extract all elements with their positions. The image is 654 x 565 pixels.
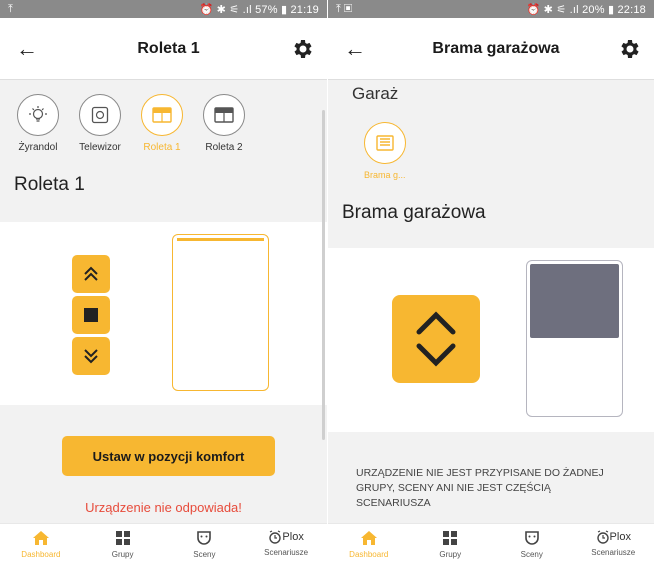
device-label: Roleta 1 [143, 142, 181, 153]
nav-sceny[interactable]: Sceny [169, 530, 239, 559]
device-list: Brama g... [328, 114, 654, 200]
gate-control-panel [328, 248, 654, 432]
device-label: Telewizor [79, 142, 121, 153]
double-chevron-down-icon [84, 349, 98, 364]
grid-icon [115, 531, 130, 545]
brand-label: Plox [609, 531, 631, 543]
comfort-position-button[interactable]: Ustaw w pozycji komfort [62, 436, 275, 476]
chevron-up-down-icon [416, 311, 456, 367]
brand-label: Plox [282, 531, 304, 543]
mask-icon [524, 531, 539, 545]
scrollbar[interactable] [322, 110, 325, 440]
blind-up-button[interactable] [72, 255, 110, 293]
blind-position-preview [172, 234, 269, 391]
app-bar: ← Brama garażowa [328, 18, 654, 80]
left-screen: ⤒ ⏰ ✱ ⚟ .ıl 57% ▮ 21:19 ← Roleta 1 Żyran… [0, 0, 327, 565]
status-bar: ⤒ ⏰ ✱ ⚟ .ıl 57% ▮ 21:19 [0, 0, 327, 18]
blind-icon [152, 107, 172, 123]
device-telewizor[interactable]: Telewizor [72, 94, 128, 160]
page-title: Brama garażowa [432, 39, 560, 57]
nav-scenariusze[interactable]: Plox Scenariusze [578, 530, 648, 557]
section-title: Brama garażowa [342, 202, 486, 223]
back-arrow-icon[interactable]: ← [344, 36, 374, 62]
section-title: Roleta 1 [14, 174, 85, 195]
grid-icon [443, 531, 458, 545]
gate-toggle-button[interactable] [392, 295, 480, 383]
app-bar: ← Roleta 1 [0, 18, 327, 80]
mask-icon [197, 531, 212, 545]
device-roleta-2[interactable]: Roleta 2 [196, 94, 252, 160]
back-arrow-icon[interactable]: ← [16, 36, 46, 62]
double-chevron-up-icon [84, 266, 98, 281]
gate-position-preview [526, 260, 623, 417]
device-list: Żyrandol Telewizor Roleta 1 Roleta 2 [0, 80, 327, 160]
blind-control-panel [0, 222, 327, 405]
nav-scenariusze[interactable]: Plox Scenariusze [251, 530, 321, 557]
device-label: Roleta 2 [205, 142, 243, 153]
bottom-nav: Dashboard Grupy Sceny Plox Scenariusze [0, 523, 327, 565]
device-error-text: Urządzenie nie odpowiada! [85, 500, 242, 515]
nav-sceny[interactable]: Sceny [497, 530, 567, 559]
right-screen: ⤒ ▣ ⏰ ✱ ⚟ .ıl 20% ▮ 22:18 ← Brama garażo… [327, 0, 654, 565]
socket-icon [91, 106, 109, 124]
device-label: Żyrandol [18, 142, 58, 153]
nav-grupy[interactable]: Grupy [415, 530, 485, 559]
stop-icon [84, 308, 98, 322]
status-right: ⏰ ✱ ⚟ .ıl 57% ▮ 21:19 [199, 3, 319, 16]
status-left: ⤒ ▣ [336, 2, 353, 15]
status-bar: ⤒ ▣ ⏰ ✱ ⚟ .ıl 20% ▮ 22:18 [328, 0, 654, 18]
bulb-icon [29, 106, 47, 122]
gear-icon[interactable] [618, 37, 642, 61]
device-label: Brama g... [364, 170, 406, 180]
device-zyrandol[interactable]: Żyrandol [10, 94, 66, 160]
status-right: ⏰ ✱ ⚟ .ıl 20% ▮ 22:18 [526, 3, 646, 16]
nav-dashboard[interactable]: Dashboard [334, 530, 404, 559]
blind-stop-button[interactable] [72, 296, 110, 334]
device-brama[interactable]: Brama g... [364, 122, 420, 180]
blind-down-button[interactable] [72, 337, 110, 375]
home-icon [32, 531, 49, 545]
device-roleta-1[interactable]: Roleta 1 [134, 94, 190, 160]
group-title: Garaż [352, 84, 399, 103]
page-title: Roleta 1 [137, 39, 200, 57]
garage-icon [376, 135, 394, 151]
nav-dashboard[interactable]: Dashboard [6, 530, 76, 559]
unassigned-notice: Urządzenie nie jest przypisane do żadnej… [356, 467, 604, 509]
blind-icon [214, 107, 234, 123]
alarm-clock-icon [596, 530, 609, 544]
gear-icon[interactable] [291, 37, 315, 61]
home-icon [360, 531, 377, 545]
status-left: ⤒ [8, 2, 13, 15]
bottom-nav: Dashboard Grupy Sceny Plox Scenariusze [328, 523, 654, 565]
nav-grupy[interactable]: Grupy [88, 530, 158, 559]
alarm-clock-icon [269, 530, 282, 544]
